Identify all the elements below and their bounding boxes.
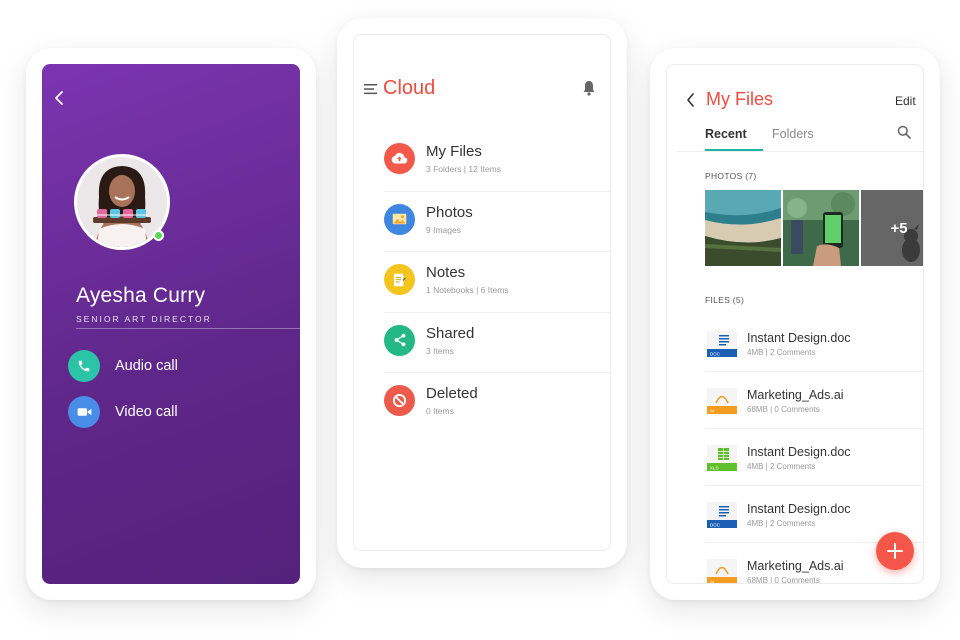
file-meta: 68MB | 0 Comments (747, 576, 820, 584)
page-title: Cloud (383, 77, 436, 99)
tab-bar-divider (677, 151, 923, 152)
audio-call-button[interactable]: Audio call (68, 350, 178, 382)
hamburger-menu-icon[interactable] (364, 83, 378, 95)
file-meta: 4MB | 2 Comments (747, 348, 816, 357)
list-item-title: My Files (426, 143, 482, 160)
phone-icon (68, 350, 100, 382)
online-status-dot (153, 230, 164, 241)
divider (76, 328, 300, 329)
notepad-icon (384, 264, 415, 295)
phone-in-hand-photo-icon (783, 190, 859, 266)
files-section-header: FILES (5) (705, 295, 745, 305)
list-item-photos[interactable]: Photos 9 Images (384, 192, 610, 252)
notification-bell-icon[interactable] (582, 80, 596, 96)
photo-thumbnail[interactable] (705, 190, 781, 266)
video-camera-icon (68, 396, 100, 428)
block-icon (384, 385, 415, 416)
file-row[interactable]: XLS Instant Design.doc 4MB | 2 Comments (705, 429, 923, 486)
back-arrow-icon[interactable] (685, 93, 697, 107)
ai-file-icon: AI (707, 559, 737, 585)
list-item-my-files[interactable]: My Files 3 Folders | 12 Items (384, 131, 610, 192)
xls-file-icon: XLS (707, 445, 737, 471)
svg-text:DOC: DOC (710, 523, 721, 528)
svg-text:DOC: DOC (710, 352, 721, 357)
more-photos-count: +5 (890, 219, 908, 237)
file-meta: 4MB | 2 Comments (747, 462, 816, 471)
photo-thumbnail[interactable] (783, 190, 859, 266)
cloud-phone-frame: Cloud My Files 3 Folders | 12 Items Phot… (337, 18, 627, 568)
cloud-upload-icon (384, 143, 415, 174)
file-meta: 4MB | 2 Comments (747, 519, 816, 528)
beach-photo-icon (705, 190, 781, 266)
search-icon[interactable] (897, 125, 911, 139)
list-item-title: Shared (426, 324, 475, 342)
files-phone-frame: My Files Edit Recent Folders PHOTOS (7) (650, 48, 940, 600)
file-name: Instant Design.doc (747, 331, 851, 345)
photos-section-header: PHOTOS (7) (705, 171, 757, 181)
list-item-details: 1 Notebooks | 6 Items (426, 285, 509, 295)
svg-text:AI: AI (710, 580, 714, 585)
file-row[interactable]: DOC Instant Design.doc 4MB | 2 Comments (705, 315, 923, 372)
list-item-deleted[interactable]: Deleted 0 Items (384, 373, 610, 434)
file-meta: 68MB | 0 Comments (747, 405, 820, 414)
contact-screen: Ayesha Curry SENIOR ART DIRECTOR Audio c… (42, 64, 300, 584)
file-name: Marketing_Ads.ai (747, 559, 844, 573)
tab-folders[interactable]: Folders (772, 127, 814, 141)
storage-category-list: My Files 3 Folders | 12 Items Photos 9 I… (384, 131, 610, 434)
file-name: Marketing_Ads.ai (747, 388, 844, 402)
video-call-button[interactable]: Video call (68, 396, 178, 428)
audio-call-label: Audio call (115, 358, 178, 374)
plus-icon (887, 543, 903, 559)
cloud-screen: Cloud My Files 3 Folders | 12 Items Phot… (353, 34, 611, 551)
back-arrow-icon[interactable] (52, 90, 68, 106)
video-call-label: Video call (115, 404, 178, 420)
image-icon (384, 203, 415, 235)
doc-file-icon: DOC (707, 502, 737, 528)
list-item-details: 3 Items (426, 345, 454, 356)
list-item-title: Deleted (426, 385, 478, 402)
photo-thumbnail-more[interactable]: +5 (861, 190, 923, 266)
page-title: My Files (706, 89, 773, 109)
list-item-notes[interactable]: Notes 1 Notebooks | 6 Items (384, 252, 610, 313)
active-tab-indicator (705, 149, 763, 151)
file-name: Instant Design.doc (747, 445, 851, 459)
share-icon (384, 324, 415, 356)
files-screen: My Files Edit Recent Folders PHOTOS (7) (666, 64, 924, 584)
list-item-details: 0 Items (426, 406, 454, 416)
contact-role: SENIOR ART DIRECTOR (76, 314, 212, 324)
tab-recent[interactable]: Recent (705, 127, 747, 141)
svg-text:XLS: XLS (710, 466, 719, 471)
list-item-details: 3 Folders | 12 Items (426, 164, 501, 174)
ai-file-icon: AI (707, 388, 737, 414)
list-item-title: Photos (426, 203, 473, 221)
doc-file-icon: DOC (707, 331, 737, 357)
file-row[interactable]: AI Marketing_Ads.ai 68MB | 0 Comments (705, 372, 923, 429)
svg-text:AI: AI (710, 409, 714, 414)
list-item-details: 9 Images (426, 224, 461, 235)
add-file-button[interactable] (876, 532, 914, 570)
list-item-title: Notes (426, 264, 466, 281)
contact-name: Ayesha Curry (76, 284, 206, 307)
list-item-shared[interactable]: Shared 3 Items (384, 313, 610, 373)
file-name: Instant Design.doc (747, 502, 851, 516)
edit-button[interactable]: Edit (895, 94, 916, 108)
contact-phone-frame: Ayesha Curry SENIOR ART DIRECTOR Audio c… (26, 48, 316, 600)
